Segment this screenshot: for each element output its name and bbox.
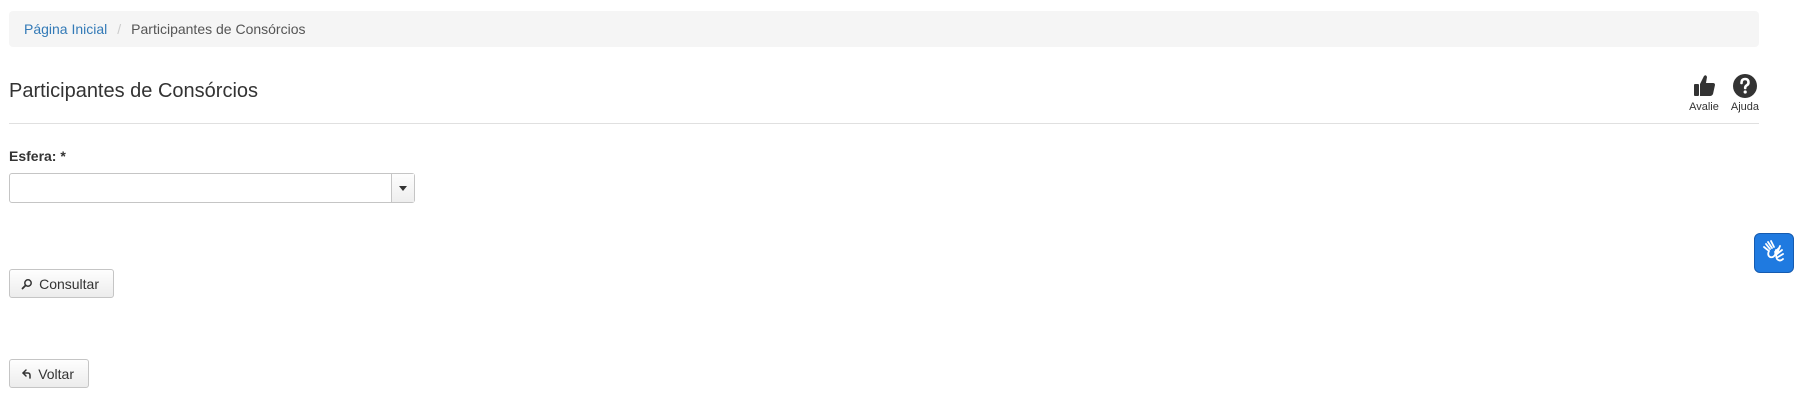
esfera-select[interactable] <box>9 173 415 203</box>
consultar-button[interactable]: Consultar <box>9 269 114 298</box>
esfera-dropdown-trigger[interactable] <box>391 174 414 202</box>
help-label: Ajuda <box>1730 101 1759 113</box>
breadcrumb-home-link[interactable]: Página Inicial <box>24 21 107 37</box>
header-actions: Avalie Ajuda <box>1689 72 1759 113</box>
search-icon <box>20 276 33 292</box>
voltar-button[interactable]: Voltar <box>9 359 89 388</box>
help-button[interactable]: Ajuda <box>1731 72 1759 113</box>
chevron-down-icon <box>399 185 407 191</box>
breadcrumb-separator: / <box>117 21 122 37</box>
accessibility-button[interactable] <box>1754 233 1794 273</box>
page-title: Participantes de Consórcios <box>9 80 259 102</box>
question-circle-icon <box>1731 72 1759 100</box>
sign-language-hands-icon <box>1761 238 1787 269</box>
rate-label: Avalie <box>1689 101 1719 113</box>
breadcrumb-current: Participantes de Consórcios <box>131 21 306 37</box>
consultar-label: Consultar <box>39 275 99 292</box>
rate-button[interactable]: Avalie <box>1689 72 1719 113</box>
breadcrumb: Página Inicial / Participantes de Consór… <box>9 11 1759 47</box>
voltar-label: Voltar <box>38 365 74 382</box>
header-divider <box>9 123 1759 124</box>
esfera-label: Esfera: * <box>9 148 66 164</box>
thumbs-up-icon <box>1690 72 1718 100</box>
back-arrow-icon <box>20 366 32 382</box>
